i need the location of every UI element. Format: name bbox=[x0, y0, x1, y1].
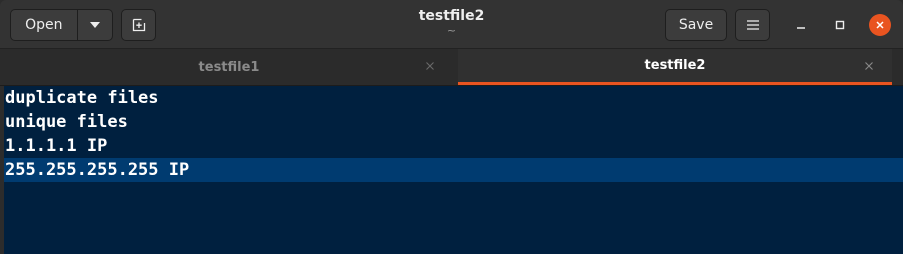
window-title: testfile2 bbox=[418, 8, 485, 24]
header-bar: Open testfile2 ~ Save bbox=[0, 0, 903, 49]
editor-line-current[interactable]: 255.255.255.255 IP bbox=[4, 158, 903, 182]
tab-label: testfile2 bbox=[644, 58, 706, 73]
menu-button[interactable] bbox=[735, 9, 770, 41]
tab-close-button[interactable] bbox=[423, 59, 437, 73]
open-dropdown-button[interactable] bbox=[78, 22, 112, 28]
tab-close-button[interactable] bbox=[862, 59, 876, 73]
tab-testfile1[interactable]: testfile1 bbox=[5, 49, 453, 85]
text-editor-area[interactable]: duplicate files unique files 1.1.1.1 IP … bbox=[4, 86, 903, 254]
gedit-window: Open testfile2 ~ Save testfile1 testfile… bbox=[0, 0, 903, 254]
close-icon bbox=[426, 62, 434, 70]
new-tab-icon bbox=[132, 18, 145, 32]
maximize-icon bbox=[835, 20, 845, 30]
minimize-button[interactable] bbox=[790, 14, 812, 36]
close-icon bbox=[865, 62, 873, 70]
save-button[interactable]: Save bbox=[665, 9, 727, 41]
minimize-icon bbox=[797, 27, 805, 29]
window-subtitle-path: ~ bbox=[446, 24, 457, 37]
window-title-area: testfile2 ~ bbox=[300, 7, 603, 37]
tab-testfile2[interactable]: testfile2 bbox=[458, 49, 892, 85]
open-button-group: Open bbox=[10, 9, 113, 41]
hamburger-menu-icon bbox=[746, 20, 759, 30]
chevron-down-icon bbox=[89, 22, 100, 28]
new-tab-button[interactable] bbox=[121, 9, 156, 41]
editor-line[interactable]: unique files bbox=[4, 110, 903, 134]
open-button[interactable]: Open bbox=[11, 17, 77, 33]
editor-line[interactable]: duplicate files bbox=[4, 86, 903, 110]
close-icon bbox=[876, 21, 884, 29]
close-window-button[interactable] bbox=[869, 14, 891, 36]
tab-bar: testfile1 testfile2 bbox=[0, 49, 903, 86]
editor-line[interactable]: 1.1.1.1 IP bbox=[4, 134, 903, 158]
tab-label: testfile1 bbox=[198, 59, 260, 75]
maximize-button[interactable] bbox=[829, 14, 851, 36]
